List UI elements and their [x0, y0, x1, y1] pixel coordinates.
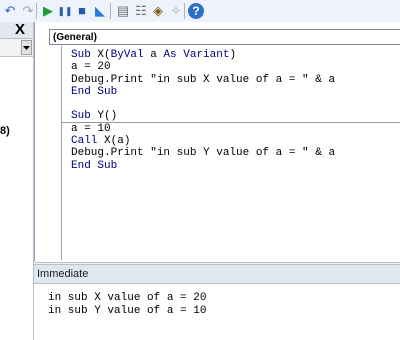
margin-indicator-bar[interactable]: [35, 46, 62, 260]
code-token: a = 10: [71, 122, 111, 135]
procedure-dropdown-value: (General): [53, 32, 97, 43]
close-button[interactable]: X: [10, 22, 30, 38]
code-token: a = 20: [71, 61, 111, 74]
code-token: Debug.Print "in sub X value of a = " & a: [71, 73, 336, 86]
immediate-output-line: in sub X value of a = 20: [48, 292, 207, 304]
project-explorer-icon[interactable]: ▤: [115, 3, 131, 19]
immediate-output[interactable]: in sub X value of a = 20 in sub Y value o…: [48, 292, 206, 318]
toolbox-icon[interactable]: ✧: [168, 3, 184, 19]
help-icon[interactable]: ?: [188, 3, 204, 19]
code-line: Debug.Print "in sub Y value of a = " & a: [71, 147, 335, 159]
toolbar: ↶ ↷ ▶ ❚❚ ■ ◣ ▤ ☷ ◈ ✧?: [0, 0, 400, 23]
toolbar-separator: [36, 3, 37, 19]
code-token: Y(): [97, 110, 118, 123]
truncated-label: 8): [0, 125, 10, 137]
immediate-title: Immediate: [37, 268, 89, 280]
code-window: (General) Sub X(ByVal a As Variant) a = 2…: [34, 22, 400, 283]
chevron-down-icon[interactable]: [21, 40, 32, 55]
properties-icon[interactable]: ☷: [133, 3, 149, 19]
keyword-token: Call: [71, 135, 105, 148]
code-line: End Sub: [71, 86, 335, 98]
stop-icon[interactable]: ■: [74, 3, 90, 19]
run-icon[interactable]: ▶: [40, 3, 56, 19]
object-dropdown[interactable]: [0, 39, 33, 57]
code-line: Sub Y(): [71, 110, 335, 122]
procedure-dropdown[interactable]: (General): [49, 29, 400, 45]
keyword-token: End Sub: [71, 159, 118, 172]
toolbar-separator: [184, 3, 185, 19]
redo-icon[interactable]: ↷: [20, 3, 36, 19]
immediate-output-line: in sub Y value of a = 10: [48, 305, 207, 317]
project-panel-header: X: [0, 22, 33, 39]
keyword-token: Sub: [71, 49, 98, 61]
code-token: X(: [97, 49, 111, 61]
toolbar-separator: [110, 3, 111, 19]
code-line: Call X(a): [71, 135, 335, 147]
object-browser-icon[interactable]: ◈: [150, 3, 166, 19]
code-token: a: [143, 49, 164, 61]
keyword-token: As Variant: [163, 49, 230, 61]
code-token: ): [229, 49, 237, 61]
immediate-title-bar: Immediate: [34, 264, 400, 284]
keyword-token: End Sub: [71, 85, 118, 98]
immediate-window: Immediate in sub X value of a = 20 in sub…: [34, 264, 400, 340]
code-line: a = 10: [71, 123, 335, 135]
code-line: a = 20: [71, 61, 335, 73]
code-token: X(a): [104, 135, 131, 148]
undo-icon[interactable]: ↶: [2, 3, 18, 19]
keyword-token: ByVal: [110, 49, 144, 61]
code-line: End Sub: [71, 160, 335, 172]
pause-icon[interactable]: ❚❚: [57, 3, 73, 19]
code-token: Debug.Print "in sub Y value of a = " & a: [71, 147, 336, 160]
project-panel: X 8): [0, 22, 34, 340]
code-line: Debug.Print "in sub X value of a = " & a: [71, 74, 335, 86]
design-mode-icon[interactable]: ◣: [92, 3, 108, 19]
keyword-token: Sub: [71, 110, 98, 123]
code-editor[interactable]: Sub X(ByVal a As Variant) a = 20 Debug.Pri…: [35, 46, 400, 283]
code-text[interactable]: Sub X(ByVal a As Variant) a = 20 Debug.Pri…: [71, 49, 335, 172]
code-line: Sub X(ByVal a As Variant): [71, 49, 335, 61]
